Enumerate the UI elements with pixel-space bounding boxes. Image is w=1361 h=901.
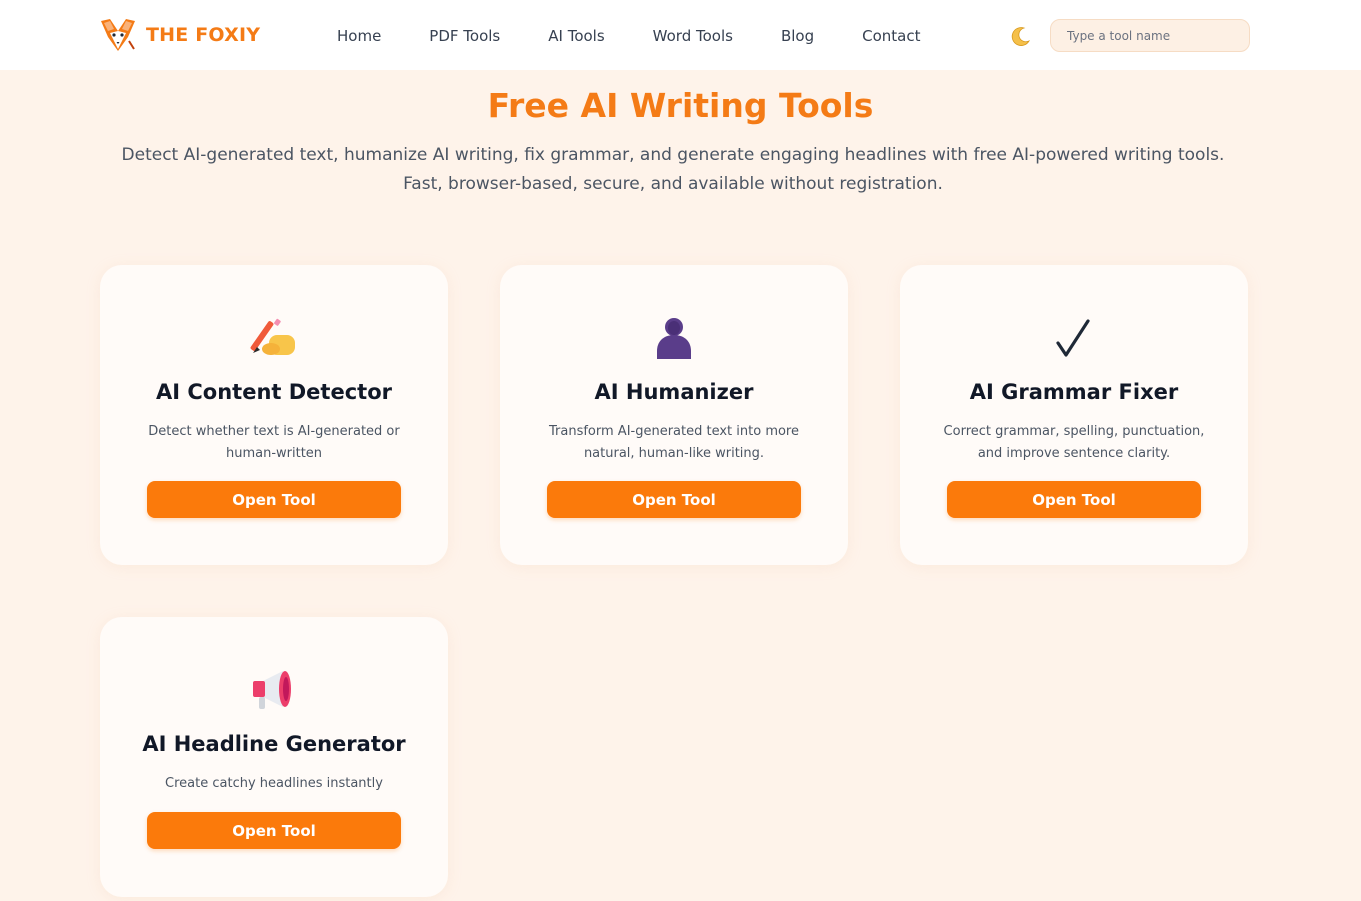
nav-blog[interactable]: Blog	[781, 24, 814, 48]
card-description: Detect whether text is AI-generated or h…	[148, 424, 400, 461]
site-header: THE FOXIY Home PDF Tools AI Tools Word T…	[0, 0, 1361, 70]
checkmark-icon	[900, 313, 1248, 363]
tool-search-input[interactable]	[1050, 19, 1250, 52]
card-description: Create catchy headlines instantly	[165, 776, 383, 791]
card-title: AI Headline Generator	[142, 732, 406, 756]
main-nav: Home PDF Tools AI Tools Word Tools Blog …	[337, 24, 968, 48]
page-title: Free AI Writing Tools	[487, 86, 874, 125]
nav-ai-tools[interactable]: AI Tools	[548, 24, 604, 48]
writing-hand-icon	[100, 313, 448, 363]
tool-card-ai-content-detector: AI Content Detector Detect whether text …	[100, 265, 448, 565]
brand-logo[interactable]: THE FOXIY	[98, 14, 260, 56]
card-title: AI Grammar Fixer	[969, 380, 1179, 404]
brand-name: THE FOXIY	[146, 24, 261, 46]
tool-card-ai-humanizer: AI Humanizer Transform AI-generated text…	[500, 265, 848, 565]
open-tool-button[interactable]: Open Tool	[947, 481, 1201, 518]
open-tool-button[interactable]: Open Tool	[147, 812, 401, 849]
tool-card-ai-grammar-fixer: AI Grammar Fixer Correct grammar, spelli…	[900, 265, 1248, 565]
megaphone-icon	[100, 665, 448, 715]
card-title: AI Content Detector	[156, 380, 392, 404]
person-silhouette-icon	[500, 313, 848, 363]
card-description: Correct grammar, spelling, punctuation, …	[943, 424, 1205, 461]
nav-home[interactable]: Home	[337, 24, 381, 48]
card-description: Transform AI-generated text into more na…	[549, 424, 799, 461]
card-title: AI Humanizer	[594, 380, 754, 404]
dark-mode-moon-icon[interactable]	[1008, 25, 1032, 49]
open-tool-button[interactable]: Open Tool	[547, 481, 801, 518]
open-tool-button[interactable]: Open Tool	[147, 481, 401, 518]
page-subtitle: Detect AI-generated text, humanize AI wr…	[121, 145, 1225, 194]
nav-contact[interactable]: Contact	[862, 24, 920, 48]
tool-card-ai-headline-generator: AI Headline Generator Create catchy head…	[100, 617, 448, 897]
nav-word-tools[interactable]: Word Tools	[653, 24, 733, 48]
nav-pdf-tools[interactable]: PDF Tools	[429, 24, 500, 48]
fox-logo-icon	[101, 19, 135, 51]
